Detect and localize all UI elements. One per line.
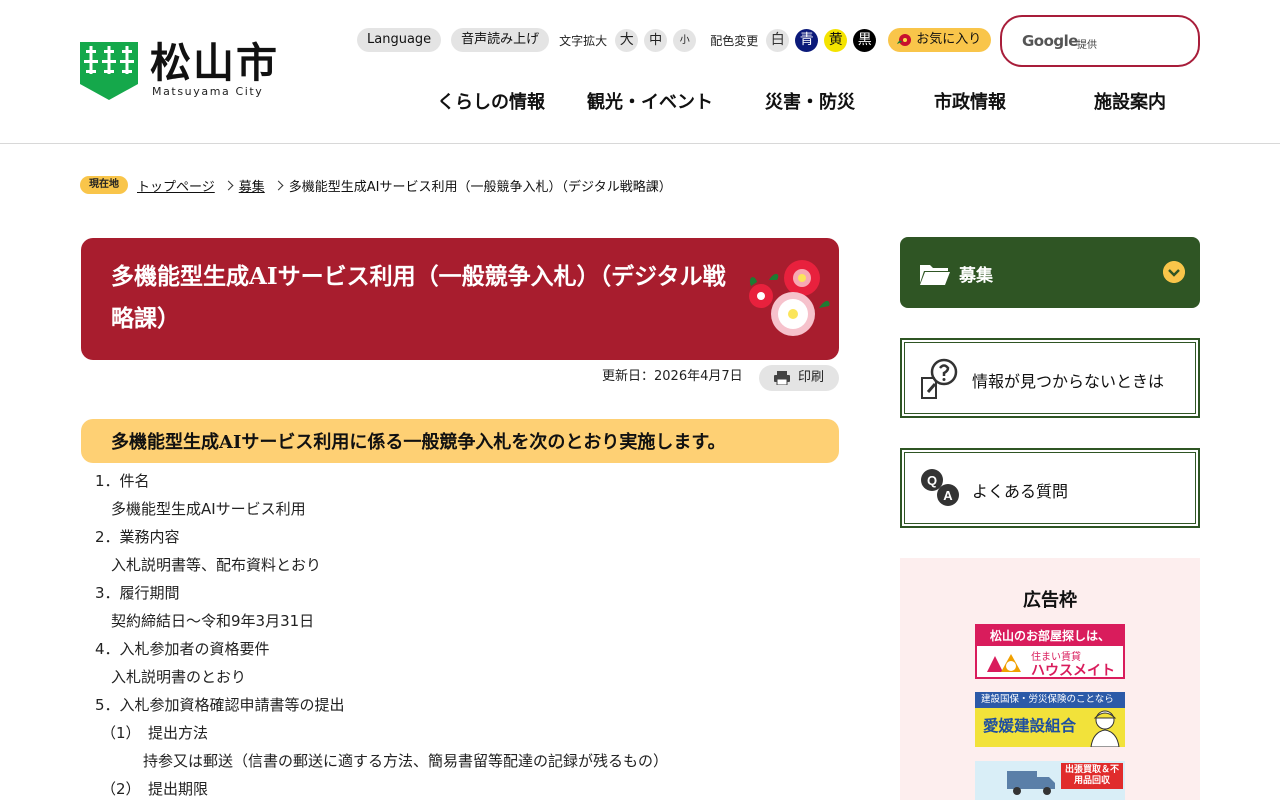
text-size-large-button[interactable]: 大 xyxy=(615,28,639,52)
ad-recycle-text: 出張買取＆不用品回収 xyxy=(1061,763,1123,789)
color-white-button[interactable]: 白 xyxy=(766,28,790,52)
qa-icon: Q A xyxy=(921,469,959,506)
site-logo[interactable]: 松山市 Matsuyama City xyxy=(80,40,280,102)
breadcrumb-current: 多機能型生成AIサービス利用（一般競争入札）（デジタル戦略課） xyxy=(288,179,672,195)
item-text: 多機能型生成AIサービス利用 xyxy=(111,500,306,518)
updated-date: 更新日：2026年4月7日 xyxy=(602,369,743,384)
camellia-icon xyxy=(897,34,912,46)
logo-subtitle: Matsuyama City xyxy=(152,85,264,98)
page-title: 多機能型生成AIサービス利用（一般競争入札）（デジタル戦略課） xyxy=(111,263,726,332)
item-text: 持参又は郵送（信書の郵送に適する方法、簡易書留等配達の記録が残るもの） xyxy=(143,752,669,770)
ad-housemate-tagline: 松山のお部屋探しは、 xyxy=(977,626,1123,646)
item-heading: 3．履行期間 xyxy=(95,584,180,602)
ad-ehime-construction-banner[interactable]: 建設国保・労災保険のことなら 愛媛建設組合 xyxy=(975,692,1125,747)
search-question-icon xyxy=(921,358,958,399)
camellia-decoration-icon xyxy=(749,260,830,336)
sidebar-category-label: 募集 xyxy=(959,266,993,286)
ad-area-title: 広告枠 xyxy=(1023,590,1077,611)
ad-area: 広告枠 松山のお部屋探しは、 住まい賃貸 ハウスメイト 建設国保・労災保険のこと… xyxy=(900,558,1200,800)
color-blue-button[interactable]: 青 xyxy=(795,28,819,52)
page-title-banner: 多機能型生成AIサービス利用（一般競争入札）（デジタル戦略課） xyxy=(81,238,839,360)
item-heading: 2．業務内容 xyxy=(95,528,180,546)
nav-city-government[interactable]: 市政情報 xyxy=(934,88,1006,118)
item-text: 入札説明書のとおり xyxy=(111,668,247,686)
ad-recycle-banner[interactable]: 出張買取＆不用品回収 xyxy=(975,761,1125,800)
print-button[interactable]: 印刷 xyxy=(759,365,839,391)
ad-housemate-banner[interactable]: 松山のお部屋探しは、 住まい賃貸 ハウスメイト xyxy=(975,624,1125,679)
text-size-small-button[interactable]: 小 xyxy=(673,28,697,52)
item-heading: 5．入札参加資格確認申請書等の提出 xyxy=(95,696,345,714)
item-text: 契約締結日～令和9年3月31日 xyxy=(111,612,315,630)
breadcrumb-chevron-icon xyxy=(273,180,284,190)
color-black-button[interactable]: 黒 xyxy=(853,28,877,52)
subitem-heading: （1） 提出方法 xyxy=(101,724,209,742)
sidebar-category-recruitment[interactable]: 募集 xyxy=(900,237,1200,308)
item-heading: 1．件名 xyxy=(95,472,150,490)
color-change-label: 配色変更 xyxy=(710,33,759,48)
nav-living-info[interactable]: くらしの情報 xyxy=(437,88,545,118)
ad-housemate-name: ハウスメイト xyxy=(1031,663,1115,679)
utility-toolbar: Language 音声読み上げ 文字拡大 大 中 小 配色変更 白 青 黄 黒 … xyxy=(357,26,992,54)
current-location-badge: 現在地 xyxy=(80,176,128,194)
item-text: 入札説明書等、配布資料とおり xyxy=(111,556,322,574)
info-not-found-link[interactable]: 情報が見つからないときは xyxy=(900,338,1200,418)
voice-reading-button[interactable]: 音声読み上げ xyxy=(451,28,550,52)
printer-icon xyxy=(773,371,790,385)
print-label: 印刷 xyxy=(797,370,824,385)
section-heading-text: 多機能型生成AIサービス利用に係る一般競争入札を次のとおり実施します。 xyxy=(111,432,726,453)
language-button[interactable]: Language xyxy=(357,28,442,52)
nav-facilities[interactable]: 施設案内 xyxy=(1094,88,1166,118)
ad-ehime-tagline: 建設国保・労災保険のことなら xyxy=(975,692,1125,708)
ad-ehime-name: 愛媛建設組合 xyxy=(983,717,1077,735)
chevron-down-icon[interactable] xyxy=(1163,261,1185,283)
search-input[interactable] xyxy=(1020,29,1180,55)
folder-icon xyxy=(920,265,950,285)
faq-link[interactable]: Q A よくある質問 xyxy=(900,448,1200,528)
subitem-heading: （2） 提出期限 xyxy=(101,780,209,798)
housemate-logo-icon xyxy=(987,654,1021,672)
info-not-found-label: 情報が見つからないときは xyxy=(972,372,1165,391)
site-search[interactable]: Google 提供 xyxy=(1000,15,1200,67)
breadcrumb: 現在地 トップページ 募集 多機能型生成AIサービス利用（一般競争入札）（デジタ… xyxy=(80,174,672,196)
nav-disaster-prevention[interactable]: 災害・防災 xyxy=(765,88,855,118)
city-emblem-icon xyxy=(80,42,138,100)
text-size-label: 文字拡大 xyxy=(559,33,608,48)
svg-text:Q: Q xyxy=(927,473,937,488)
color-yellow-button[interactable]: 黄 xyxy=(824,28,848,52)
logo-name: 松山市 xyxy=(150,39,279,87)
breadcrumb-recruitment[interactable]: 募集 xyxy=(239,176,265,195)
worker-illustration-icon xyxy=(1090,710,1120,747)
breadcrumb-top-page[interactable]: トップページ xyxy=(137,176,215,195)
text-size-medium-button[interactable]: 中 xyxy=(644,28,668,52)
site-header: 松山市 Matsuyama City Language 音声読み上げ 文字拡大 … xyxy=(0,0,1280,144)
faq-label: よくある質問 xyxy=(972,482,1069,501)
breadcrumb-chevron-icon xyxy=(223,180,234,190)
svg-text:A: A xyxy=(943,488,953,503)
favorites-button[interactable]: お気に入り xyxy=(888,28,992,52)
truck-icon xyxy=(1007,771,1055,795)
favorites-label: お気に入り xyxy=(916,32,982,47)
nav-tourism-events[interactable]: 観光・イベント xyxy=(587,88,713,118)
section-heading: 多機能型生成AIサービス利用に係る一般競争入札を次のとおり実施します。 xyxy=(81,419,839,463)
item-heading: 4．入札参加者の資格要件 xyxy=(95,640,270,658)
